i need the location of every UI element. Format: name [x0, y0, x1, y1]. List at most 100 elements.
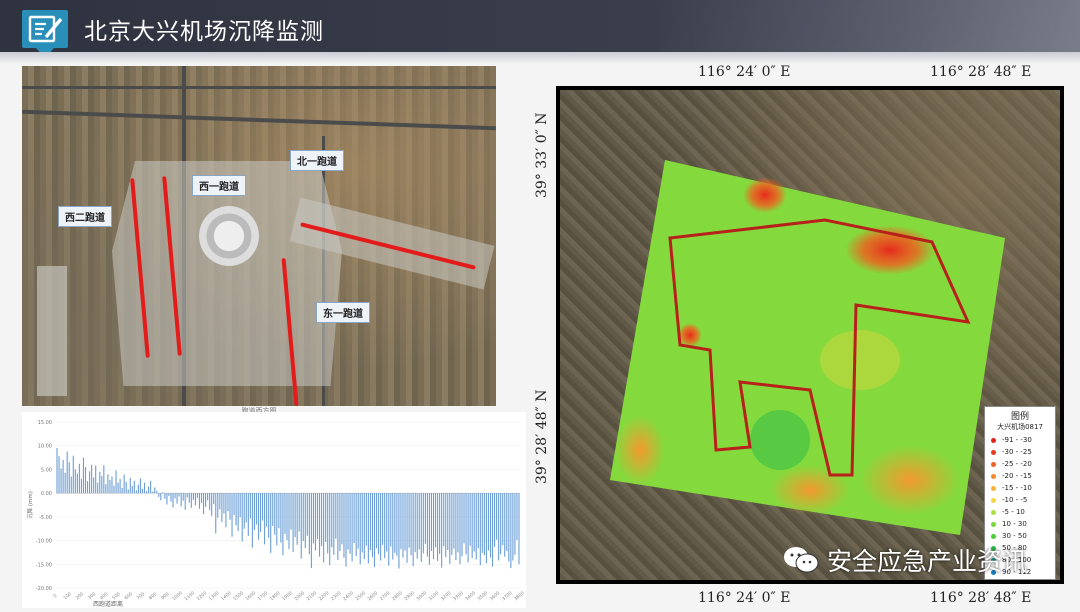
- y-tick-label: -5.00: [39, 515, 52, 521]
- bar: [386, 493, 388, 552]
- bar: [333, 493, 335, 555]
- bar: [506, 493, 508, 552]
- bar: [119, 478, 121, 494]
- bar: [249, 493, 251, 519]
- bar: [292, 493, 294, 552]
- bar: [231, 493, 233, 537]
- legend-item: -15 - -10: [985, 482, 1055, 494]
- y-tick-label: -20.00: [36, 586, 52, 592]
- bar: [247, 493, 249, 536]
- legend-label: -10 - -5: [1002, 496, 1028, 504]
- x-tick-label: 1800: [269, 590, 282, 602]
- legend-swatch: [991, 449, 996, 455]
- bar: [84, 467, 87, 494]
- bar: [186, 493, 188, 498]
- bar: [434, 493, 437, 548]
- road: [22, 109, 496, 131]
- header-decoration: [660, 0, 1080, 52]
- x-tick-label: 1400: [220, 590, 233, 602]
- bar: [207, 493, 209, 501]
- watermark-text: 安全应急产业资讯: [827, 547, 1028, 576]
- bar: [139, 478, 142, 494]
- bar: [485, 493, 487, 564]
- bar: [262, 493, 264, 521]
- x-tick-label: 900: [160, 591, 171, 601]
- bar: [194, 493, 196, 506]
- x-tick-label: 3400: [464, 590, 477, 602]
- bar: [253, 493, 255, 531]
- legend-swatch: [991, 473, 996, 479]
- bar: [215, 493, 217, 534]
- bar: [296, 493, 298, 545]
- bar: [345, 493, 347, 567]
- bar: [321, 493, 323, 547]
- bar: [441, 493, 443, 568]
- bar: [489, 493, 492, 558]
- bar: [498, 493, 500, 561]
- x-tick-label: 400: [99, 591, 110, 601]
- bar: [150, 480, 152, 494]
- bar: [327, 493, 329, 554]
- bar: [146, 491, 148, 494]
- bar: [359, 493, 361, 565]
- bar: [318, 493, 321, 557]
- bar: [127, 489, 129, 494]
- bar: [113, 485, 115, 494]
- bar: [107, 474, 109, 494]
- bar: [481, 493, 483, 553]
- bar: [192, 493, 194, 500]
- y-tick-label: -10.00: [36, 539, 52, 545]
- bar: [300, 493, 302, 559]
- legend-label: 30 - 50: [1002, 532, 1027, 540]
- bar: [219, 493, 221, 510]
- bar: [121, 487, 123, 494]
- bar: [259, 493, 262, 533]
- bar: [97, 482, 99, 494]
- west-airfield: [37, 266, 67, 396]
- bar: [457, 493, 459, 553]
- bar: [286, 493, 288, 541]
- bar: [266, 493, 268, 527]
- legend-item: -10 - -5: [985, 494, 1055, 506]
- bar: [184, 493, 186, 510]
- bar: [211, 493, 213, 516]
- x-tick-label: 500: [111, 591, 122, 601]
- bar: [152, 491, 154, 494]
- bar: [467, 493, 469, 563]
- settlement-bar-chart: 15.00 10.00 5.00 0.00 -5.00 -10.00 -15.00 -20.0…: [22, 412, 526, 608]
- legend-swatch: [991, 485, 996, 491]
- x-tick-label: 2200: [318, 590, 331, 602]
- bar: [60, 468, 62, 494]
- bar: [400, 493, 402, 550]
- bar: [382, 493, 384, 545]
- x-tick-label: 800: [148, 591, 159, 601]
- bar: [170, 493, 172, 502]
- bar: [394, 493, 396, 553]
- legend-swatch: [991, 533, 996, 539]
- bar: [103, 465, 105, 494]
- x-tick-label: 3100: [428, 590, 441, 602]
- legend-item: -20 - -15: [985, 470, 1055, 482]
- bar: [58, 456, 60, 494]
- bar: [518, 493, 520, 565]
- bar: [365, 493, 367, 546]
- bar: [164, 493, 166, 499]
- runway-satellite-image: 北一跑道 西一跑道 西二跑道 东一跑道: [22, 66, 496, 406]
- wechat-icon: [783, 546, 819, 574]
- y-tick-label: 10.00: [38, 444, 52, 450]
- bar: [239, 493, 241, 518]
- bar: [361, 493, 363, 553]
- bar: [223, 493, 225, 514]
- bar: [99, 471, 101, 494]
- bar: [477, 493, 479, 549]
- bar: [367, 493, 369, 564]
- bar: [255, 493, 258, 525]
- y-tick-label: -15.00: [36, 562, 52, 568]
- bar: [487, 493, 490, 551]
- bar: [123, 474, 125, 494]
- bar: [272, 493, 274, 526]
- watermark: 安全应急产业资讯: [783, 540, 1027, 580]
- bar: [198, 493, 201, 509]
- y-tick-label: 15.00: [38, 420, 52, 426]
- bar: [129, 477, 131, 494]
